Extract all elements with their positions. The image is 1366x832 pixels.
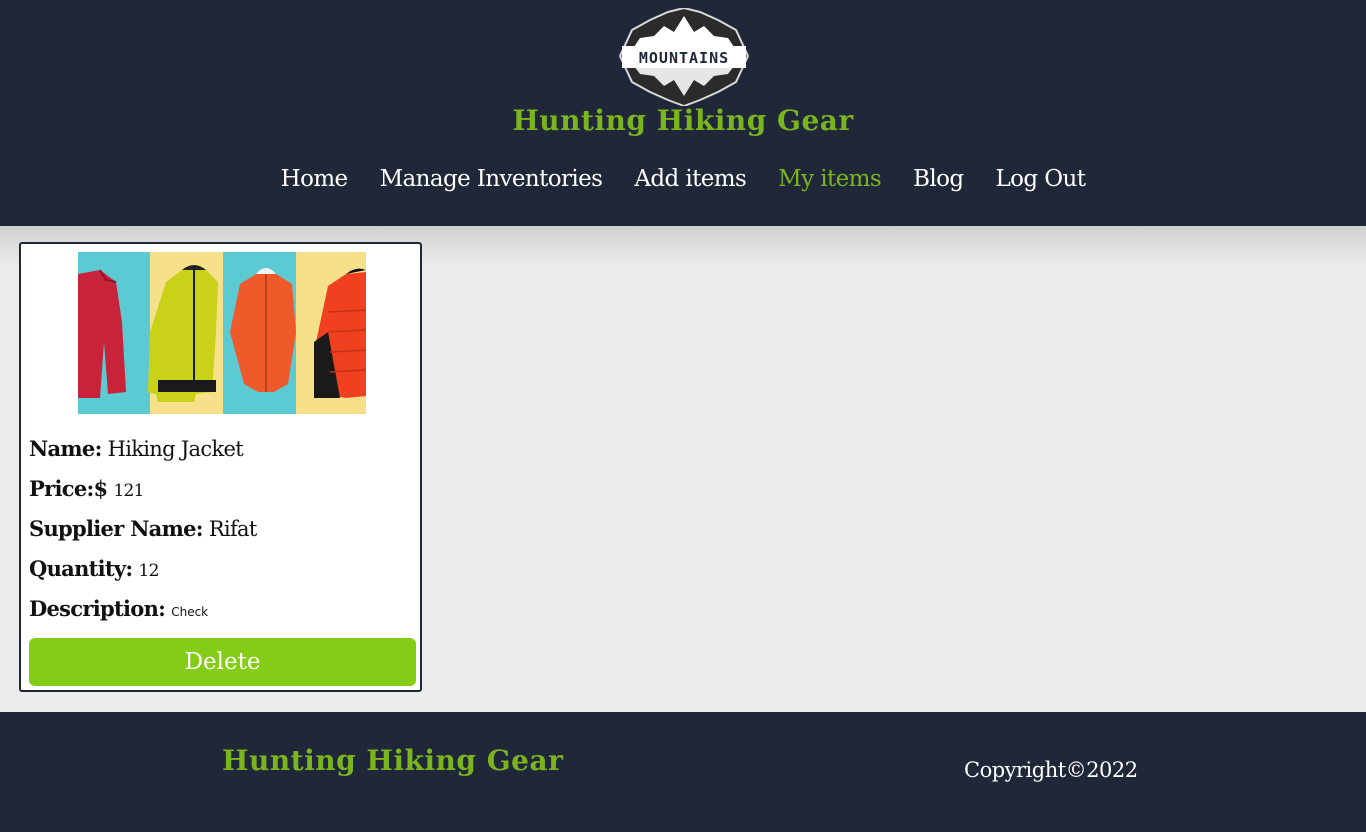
item-name-row: Name: Hiking Jacket: [29, 436, 244, 461]
item-supplier-label: Supplier Name:: [29, 516, 204, 541]
site-footer: Hunting Hiking Gear Copyright©2022: [0, 712, 1366, 832]
footer-title: Hunting Hiking Gear: [222, 744, 564, 777]
item-name-label: Name:: [29, 436, 102, 461]
item-description-label: Description:: [29, 596, 166, 621]
item-description-row: Description: Check: [29, 596, 208, 621]
item-price-value: 121: [113, 481, 144, 501]
site-header: MOUNTAINS Hunting Hiking Gear Home Manag…: [0, 0, 1366, 226]
item-supplier-value: Rifat: [208, 517, 257, 541]
nav-home[interactable]: Home: [281, 162, 349, 196]
item-image: [78, 252, 366, 414]
item-card: Name: Hiking Jacket Price:$ 121 Supplier…: [19, 242, 422, 692]
copyright-text: Copyright©2022: [964, 758, 1138, 782]
item-quantity-label: Quantity:: [29, 556, 133, 581]
nav-add-items[interactable]: Add items: [634, 162, 746, 196]
nav-manage-inventories[interactable]: Manage Inventories: [380, 162, 603, 196]
item-quantity-value: 12: [138, 561, 159, 581]
item-price-row: Price:$ 121: [29, 476, 145, 501]
item-description-value: Check: [171, 605, 209, 619]
item-price-label: Price:$: [29, 476, 108, 501]
site-title: Hunting Hiking Gear: [512, 104, 854, 137]
nav-log-out[interactable]: Log Out: [996, 162, 1086, 196]
item-name-value: Hiking Jacket: [107, 437, 244, 461]
delete-button[interactable]: Delete: [29, 638, 416, 686]
item-quantity-row: Quantity: 12: [29, 556, 159, 581]
nav-my-items[interactable]: My items: [778, 162, 881, 196]
jackets-image: [78, 252, 366, 414]
mountains-logo[interactable]: MOUNTAINS: [618, 8, 750, 106]
svg-text:MOUNTAINS: MOUNTAINS: [639, 49, 729, 67]
nav-blog[interactable]: Blog: [913, 162, 964, 196]
main-nav: Home Manage Inventories Add items My ite…: [0, 162, 1366, 196]
item-supplier-row: Supplier Name: Rifat: [29, 516, 257, 541]
